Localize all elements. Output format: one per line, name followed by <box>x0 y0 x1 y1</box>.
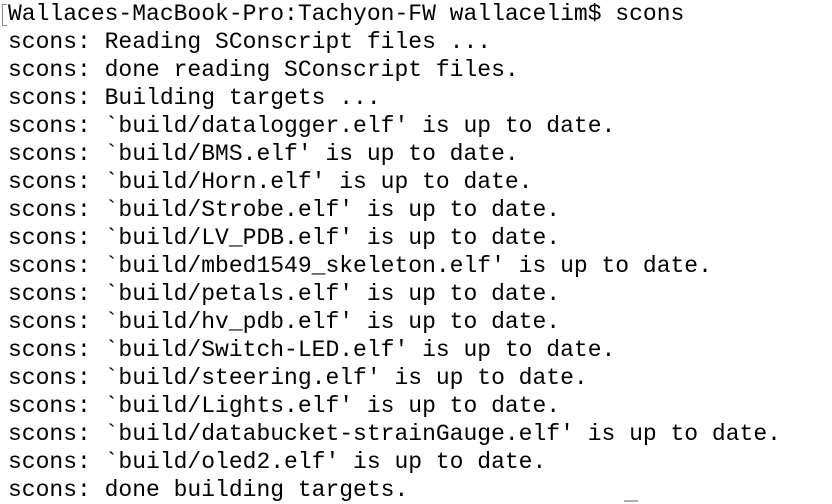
terminal-output-line: scons: `build/hv_pdb.elf' is up to date. <box>8 309 561 335</box>
terminal-output-line: scons: `build/mbed1549_skeleton.elf' is … <box>8 253 712 279</box>
prompt-marker-icon <box>2 4 7 26</box>
terminal-output-line: scons: done building targets. <box>8 477 409 503</box>
terminal-output-line: scons: `build/Horn.elf' is up to date. <box>8 169 533 195</box>
terminal-output-line: scons: `build/steering.elf' is up to dat… <box>8 365 588 391</box>
terminal-output-line: scons: `build/LV_PDB.elf' is up to date. <box>8 225 561 251</box>
terminal-output-line: scons: `build/databucket-strainGauge.elf… <box>8 421 781 447</box>
terminal-output-line: scons: `build/datalogger.elf' is up to d… <box>8 113 616 139</box>
terminal-output-line: scons: `build/petals.elf' is up to date. <box>8 281 561 307</box>
terminal-output-line: scons: done reading SConscript files. <box>8 57 519 83</box>
terminal-output-line: scons: `build/Lights.elf' is up to date. <box>8 393 561 419</box>
terminal-output-line: scons: `build/oled2.elf' is up to date. <box>8 449 547 475</box>
terminal-output-line: scons: `build/BMS.elf' is up to date. <box>8 141 519 167</box>
terminal-output-line: scons: Building targets ... <box>8 85 381 111</box>
text-cursor <box>624 500 638 502</box>
terminal-output-line: scons: `build/Strobe.elf' is up to date. <box>8 197 561 223</box>
terminal-output-line: scons: Reading SConscript files ... <box>8 29 492 55</box>
terminal-output-line: scons: `build/Switch-LED.elf' is up to d… <box>8 337 616 363</box>
terminal-prompt-line: Wallaces-MacBook-Pro:Tachyon-FW wallacel… <box>8 1 685 27</box>
terminal-window[interactable]: Wallaces-MacBook-Pro:Tachyon-FW wallacel… <box>0 0 832 504</box>
